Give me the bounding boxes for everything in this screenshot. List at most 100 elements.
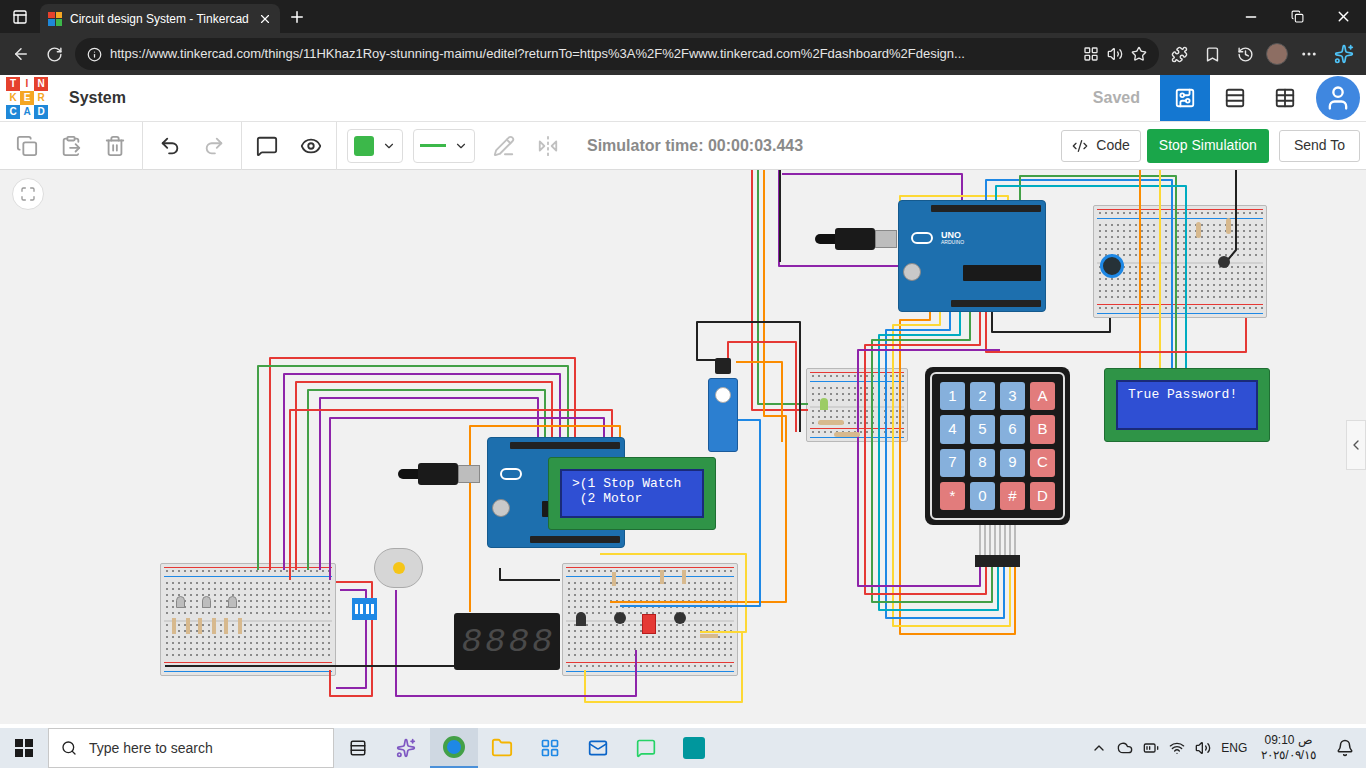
push-button[interactable] — [674, 612, 686, 624]
browser-tab[interactable]: Circuit design System - Tinkercad — [40, 4, 280, 33]
wire[interactable] — [779, 170, 781, 262]
edge-icon[interactable] — [430, 728, 478, 768]
store-icon[interactable] — [526, 728, 574, 768]
search-box[interactable]: Type here to search — [48, 728, 334, 768]
site-info-icon[interactable] — [87, 47, 102, 62]
wire[interactable] — [1226, 170, 1236, 262]
wire[interactable] — [779, 170, 900, 266]
wire[interactable] — [600, 554, 746, 632]
keypad-key[interactable]: 5 — [970, 415, 995, 443]
keypad-key[interactable]: 8 — [970, 449, 995, 477]
zoom-fit-icon[interactable] — [12, 178, 44, 210]
keypad-key[interactable]: 7 — [940, 449, 965, 477]
potentiometer[interactable] — [1100, 254, 1124, 278]
keypad-key[interactable]: 0 — [970, 482, 995, 510]
stop-simulation-button[interactable]: Stop Simulation — [1147, 129, 1269, 163]
wire-type-picker[interactable] — [413, 129, 475, 163]
copilot-app-icon[interactable] — [382, 728, 430, 768]
battery-icon[interactable] — [1143, 740, 1159, 756]
delete-icon[interactable] — [104, 135, 126, 157]
copilot-icon[interactable] — [1334, 44, 1354, 64]
app-available-icon[interactable] — [1083, 46, 1099, 62]
paste-icon[interactable] — [60, 135, 82, 157]
keypad-key[interactable]: 6 — [1000, 415, 1025, 443]
redo-icon[interactable] — [203, 135, 225, 157]
wifi-icon[interactable] — [1169, 740, 1185, 756]
wire[interactable] — [992, 312, 1110, 332]
arduino-app-icon[interactable] — [670, 728, 718, 768]
servo-motor[interactable] — [708, 358, 738, 455]
refresh-icon[interactable] — [46, 46, 63, 63]
keypad-key[interactable]: 4 — [940, 415, 965, 443]
wire[interactable] — [1159, 170, 1161, 370]
view-button[interactable] — [1210, 75, 1260, 121]
wire[interactable] — [1139, 170, 1141, 370]
favorite-icon[interactable] — [1131, 46, 1147, 62]
keypad-key[interactable]: # — [1000, 482, 1025, 510]
outlook-icon[interactable] — [574, 728, 622, 768]
whatsapp-icon[interactable] — [622, 728, 670, 768]
task-view-icon[interactable] — [334, 728, 382, 768]
design-title[interactable]: System — [69, 86, 126, 110]
back-icon[interactable] — [12, 45, 30, 63]
wire[interactable] — [396, 590, 636, 696]
note-icon[interactable] — [256, 135, 278, 157]
push-button[interactable] — [614, 612, 626, 624]
copy-icon[interactable] — [16, 135, 38, 157]
address-field[interactable]: https://www.tinkercad.com/things/11HKhaz… — [75, 38, 1159, 70]
keypad-key[interactable]: A — [1030, 382, 1055, 410]
onedrive-icon[interactable] — [1117, 740, 1133, 756]
wire[interactable] — [986, 312, 1246, 352]
read-aloud-icon[interactable] — [1107, 46, 1123, 62]
keypad-key[interactable]: 3 — [1000, 382, 1025, 410]
keypad-key[interactable]: B — [1030, 415, 1055, 443]
keypad-key[interactable]: C — [1030, 449, 1055, 477]
tray-expand-icon[interactable] — [1091, 740, 1107, 756]
lcd-display: >(1 Stop Watch (2 Motor — [548, 457, 716, 530]
keypad-key[interactable]: 1 — [940, 382, 965, 410]
minimize-icon[interactable] — [1228, 0, 1274, 33]
arduino-board[interactable]: UNOARDUINO — [898, 200, 1046, 312]
notifications-icon[interactable] — [1336, 739, 1354, 757]
flip-icon[interactable] — [537, 135, 559, 157]
wire[interactable] — [336, 590, 366, 688]
tab-actions-icon[interactable] — [0, 0, 40, 33]
new-tab-icon[interactable] — [280, 0, 314, 33]
keypad-key[interactable]: 2 — [970, 382, 995, 410]
logo-letter: I — [20, 77, 34, 91]
send-to-button[interactable]: Send To — [1279, 130, 1360, 162]
user-avatar-icon[interactable] — [1316, 76, 1360, 120]
panel-toggle[interactable] — [1346, 420, 1366, 470]
more-icon[interactable] — [1300, 45, 1318, 63]
keypad-key[interactable]: * — [940, 482, 965, 510]
profile-avatar-icon[interactable] — [1266, 43, 1288, 65]
push-button[interactable] — [1218, 256, 1230, 268]
restore-icon[interactable] — [1274, 0, 1320, 33]
rotate-icon[interactable] — [493, 135, 515, 157]
volume-icon[interactable] — [1195, 740, 1211, 756]
wire-color-picker[interactable] — [347, 129, 403, 163]
wire[interactable] — [500, 568, 560, 580]
wire[interactable] — [728, 342, 796, 432]
slide-switch[interactable] — [642, 614, 656, 634]
undo-icon[interactable] — [159, 135, 181, 157]
view-button[interactable] — [1160, 75, 1210, 121]
tab-close-icon[interactable] — [258, 12, 272, 26]
favorites-icon[interactable] — [1204, 46, 1221, 63]
extensions-icon[interactable] — [1171, 46, 1188, 63]
wire-type-swatch — [420, 144, 446, 147]
wire[interactable] — [585, 632, 742, 702]
close-icon[interactable] — [1320, 0, 1366, 33]
keypad-key[interactable]: D — [1030, 482, 1055, 510]
history-icon[interactable] — [1237, 46, 1254, 63]
dip-switch[interactable] — [352, 598, 377, 620]
view-button[interactable] — [1260, 75, 1310, 121]
keypad-key[interactable]: 9 — [1000, 449, 1025, 477]
clock[interactable]: 09:10 ص٢٠٢٥/٠٩/١٥ — [1257, 733, 1320, 763]
code-button[interactable]: Code — [1061, 130, 1140, 162]
language-indicator[interactable]: ENG — [1221, 739, 1247, 757]
notes-visibility-icon[interactable] — [300, 135, 322, 157]
start-button-icon[interactable] — [0, 728, 48, 768]
circuit-canvas[interactable]: UNOARDUINO>(1 Stop Watch (2 MotorTrue Pa… — [0, 170, 1366, 728]
file-explorer-icon[interactable] — [478, 728, 526, 768]
